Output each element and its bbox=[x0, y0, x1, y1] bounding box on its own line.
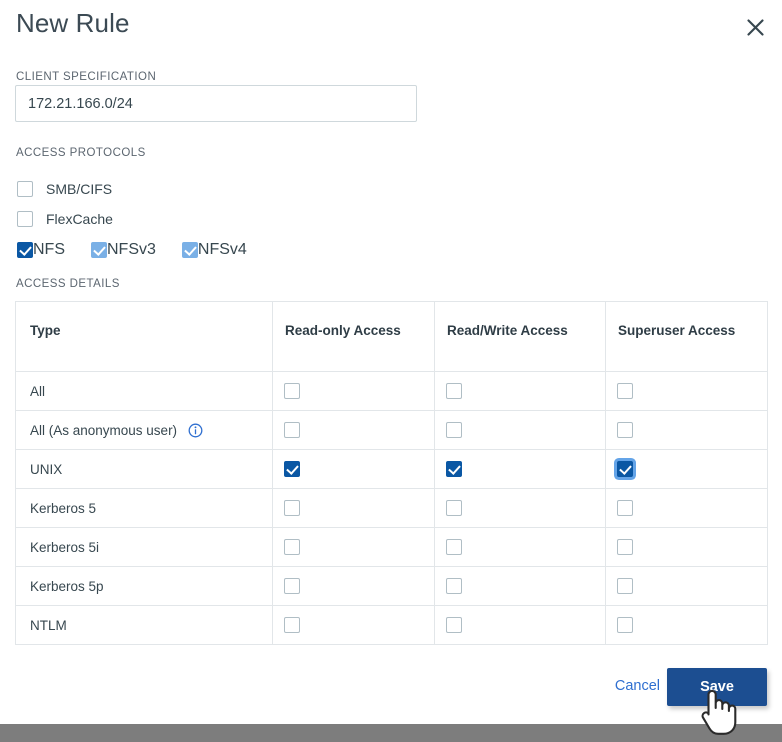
checkbox-nfsv3 bbox=[91, 242, 107, 258]
cell-read-write-kerberos-5[interactable] bbox=[435, 489, 606, 528]
table-row: Kerberos 5 bbox=[16, 489, 768, 528]
row-type-kerberos-5p: Kerberos 5p bbox=[16, 567, 273, 606]
row-label: UNIX bbox=[30, 462, 62, 477]
checkbox-read-write-unix[interactable] bbox=[446, 461, 462, 477]
checkbox-read-only-kerberos-5i[interactable] bbox=[284, 539, 300, 555]
protocol-checkbox-smb-cifs[interactable]: SMB/CIFS bbox=[17, 180, 112, 198]
column-header-read-only-access: Read-only Access bbox=[273, 302, 435, 372]
table-row: Kerberos 5p bbox=[16, 567, 768, 606]
cell-superuser-unix[interactable] bbox=[606, 450, 768, 489]
table-row: Kerberos 5i bbox=[16, 528, 768, 567]
table-row: NTLM bbox=[16, 606, 768, 645]
protocol-label-nfsv3: NFSv3 bbox=[107, 241, 156, 259]
access-details-label: ACCESS DETAILS bbox=[16, 278, 120, 290]
protocol-checkbox-flexcache[interactable]: FlexCache bbox=[17, 210, 113, 228]
cell-read-write-ntlm[interactable] bbox=[435, 606, 606, 645]
row-label: All bbox=[30, 384, 45, 399]
checkbox-read-only-unix[interactable] bbox=[284, 461, 300, 477]
checkbox-superuser-kerberos-5i[interactable] bbox=[617, 539, 633, 555]
row-type-unix: UNIX bbox=[16, 450, 273, 489]
protocol-label-nfs: NFS bbox=[33, 241, 65, 259]
cell-read-write-kerberos-5i[interactable] bbox=[435, 528, 606, 567]
cell-read-only-kerberos-5i[interactable] bbox=[273, 528, 435, 567]
checkbox-superuser-kerberos-5p[interactable] bbox=[617, 578, 633, 594]
checkbox-nfs[interactable] bbox=[17, 242, 33, 258]
row-type-kerberos-5: Kerberos 5 bbox=[16, 489, 273, 528]
checkbox-read-write-ntlm[interactable] bbox=[446, 617, 462, 633]
protocol-nfs-group: NFS NFSv3 NFSv4 bbox=[17, 241, 247, 259]
row-label: NTLM bbox=[30, 618, 67, 633]
close-icon[interactable] bbox=[740, 12, 770, 42]
checkbox-read-write-all[interactable] bbox=[446, 383, 462, 399]
checkbox-read-only-all[interactable] bbox=[284, 383, 300, 399]
protocol-checkbox-nfsv4: NFSv4 bbox=[182, 241, 247, 259]
table-row: All (As anonymous user) bbox=[16, 411, 768, 450]
cancel-button[interactable]: Cancel bbox=[615, 678, 660, 694]
column-header-read-write-access: Read/Write Access bbox=[435, 302, 606, 372]
client-specification-input[interactable] bbox=[15, 85, 417, 122]
cell-read-write-all[interactable] bbox=[435, 372, 606, 411]
checkbox-superuser-unix[interactable] bbox=[617, 461, 633, 477]
row-type-all-anonymous: All (As anonymous user) bbox=[16, 411, 273, 450]
table-row: UNIX bbox=[16, 450, 768, 489]
row-label: Kerberos 5p bbox=[30, 579, 104, 594]
cell-read-write-unix[interactable] bbox=[435, 450, 606, 489]
cell-read-only-kerberos-5[interactable] bbox=[273, 489, 435, 528]
cell-read-only-unix[interactable] bbox=[273, 450, 435, 489]
cell-read-write-kerberos-5p[interactable] bbox=[435, 567, 606, 606]
row-type-all: All bbox=[16, 372, 273, 411]
checkbox-smb-cifs[interactable] bbox=[17, 181, 33, 197]
checkbox-read-write-kerberos-5p[interactable] bbox=[446, 578, 462, 594]
new-rule-dialog: New Rule CLIENT SPECIFICATION ACCESS PRO… bbox=[0, 0, 782, 724]
cell-read-write-all-anonymous[interactable] bbox=[435, 411, 606, 450]
table-row: All bbox=[16, 372, 768, 411]
checkbox-read-only-ntlm[interactable] bbox=[284, 617, 300, 633]
bottom-strip bbox=[0, 724, 782, 742]
row-type-ntlm: NTLM bbox=[16, 606, 273, 645]
column-header-superuser-access: Superuser Access bbox=[606, 302, 768, 372]
cell-superuser-ntlm[interactable] bbox=[606, 606, 768, 645]
checkbox-read-write-kerberos-5[interactable] bbox=[446, 500, 462, 516]
page-title: New Rule bbox=[16, 6, 130, 40]
protocol-label-nfsv4: NFSv4 bbox=[198, 241, 247, 259]
cell-superuser-kerberos-5i[interactable] bbox=[606, 528, 768, 567]
checkbox-read-only-kerberos-5p[interactable] bbox=[284, 578, 300, 594]
cell-superuser-kerberos-5[interactable] bbox=[606, 489, 768, 528]
protocol-checkbox-nfsv3: NFSv3 bbox=[91, 241, 156, 259]
protocol-label-flexcache: FlexCache bbox=[46, 211, 113, 227]
row-type-kerberos-5i: Kerberos 5i bbox=[16, 528, 273, 567]
table-header-row: Type Read-only Access Read/Write Access … bbox=[16, 302, 768, 372]
client-specification-label: CLIENT SPECIFICATION bbox=[16, 71, 156, 83]
checkbox-superuser-kerberos-5[interactable] bbox=[617, 500, 633, 516]
cell-read-only-all[interactable] bbox=[273, 372, 435, 411]
checkbox-superuser-ntlm[interactable] bbox=[617, 617, 633, 633]
checkbox-superuser-all-anonymous[interactable] bbox=[617, 422, 633, 438]
access-protocols-label: ACCESS PROTOCOLS bbox=[16, 147, 146, 159]
save-button[interactable]: Save bbox=[667, 668, 767, 706]
protocol-checkbox-nfs[interactable]: NFS bbox=[17, 241, 65, 259]
cell-superuser-kerberos-5p[interactable] bbox=[606, 567, 768, 606]
checkbox-read-only-kerberos-5[interactable] bbox=[284, 500, 300, 516]
column-header-type: Type bbox=[16, 302, 273, 372]
row-label: Kerberos 5 bbox=[30, 501, 96, 516]
checkbox-read-write-all-anonymous[interactable] bbox=[446, 422, 462, 438]
checkbox-flexcache[interactable] bbox=[17, 211, 33, 227]
row-label: All (As anonymous user) bbox=[30, 423, 177, 438]
access-details-table: Type Read-only Access Read/Write Access … bbox=[15, 301, 768, 645]
row-label: Kerberos 5i bbox=[30, 540, 99, 555]
checkbox-nfsv4 bbox=[182, 242, 198, 258]
cell-superuser-all-anonymous[interactable] bbox=[606, 411, 768, 450]
protocol-label-smb-cifs: SMB/CIFS bbox=[46, 181, 112, 197]
cell-read-only-kerberos-5p[interactable] bbox=[273, 567, 435, 606]
info-icon[interactable] bbox=[188, 423, 203, 438]
checkbox-superuser-all[interactable] bbox=[617, 383, 633, 399]
checkbox-read-only-all-anonymous[interactable] bbox=[284, 422, 300, 438]
cell-read-only-all-anonymous[interactable] bbox=[273, 411, 435, 450]
cell-superuser-all[interactable] bbox=[606, 372, 768, 411]
cell-read-only-ntlm[interactable] bbox=[273, 606, 435, 645]
checkbox-read-write-kerberos-5i[interactable] bbox=[446, 539, 462, 555]
